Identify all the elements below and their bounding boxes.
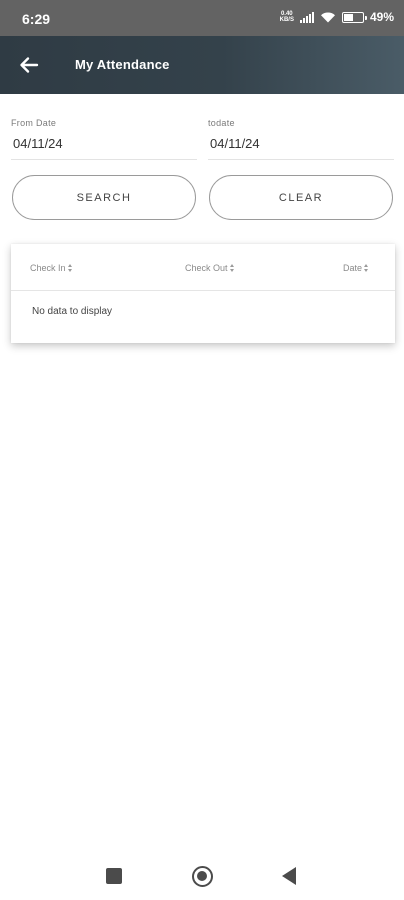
to-date-label: todate [208,118,235,128]
home-icon[interactable] [192,866,213,887]
status-bar: 6:29 0.40 KB/S 49% [0,0,404,36]
column-label: Date [342,263,362,273]
table-header: Check In Check Out Date [11,244,395,291]
page-title: My Attendance [75,57,170,72]
from-date-label: From Date [11,118,57,128]
clear-button[interactable]: CLEAR [209,175,393,220]
back-triangle-icon[interactable] [282,867,296,885]
status-icons: 0.40 KB/S 49% [280,10,394,24]
to-date-input[interactable] [208,136,394,160]
search-button[interactable]: SEARCH [12,175,196,220]
sort-icon [67,264,72,272]
battery-icon [341,11,367,23]
recent-apps-icon[interactable] [106,868,122,884]
wifi-icon [320,12,335,23]
network-speed-unit: KB/S [279,17,294,23]
to-date-field: todate [208,118,394,160]
empty-state-message: No data to display [32,306,113,317]
arrow-left-icon[interactable] [18,54,40,76]
attendance-table: Check In Check Out Date No data to displ… [11,244,395,343]
column-label: Check In [30,263,66,273]
column-header-check-out[interactable]: Check Out [185,263,234,273]
signal-icon [299,11,314,23]
from-date-field: From Date [11,118,197,160]
battery-level: 49% [369,10,394,24]
column-label: Check Out [185,263,228,273]
attendance-screen: 6:29 0.40 KB/S 49% My Attendance From Da… [0,0,404,900]
network-speed: 0.40 KB/S [280,11,294,23]
header: 6:29 0.40 KB/S 49% My Attendance [0,0,404,94]
sort-icon [229,264,234,272]
status-time: 6:29 [22,11,51,27]
sort-icon [364,264,368,272]
app-bar: My Attendance [0,36,404,94]
column-header-check-in[interactable]: Check In [30,263,72,273]
column-header-date[interactable]: Date [343,263,368,273]
from-date-input[interactable] [11,136,197,160]
